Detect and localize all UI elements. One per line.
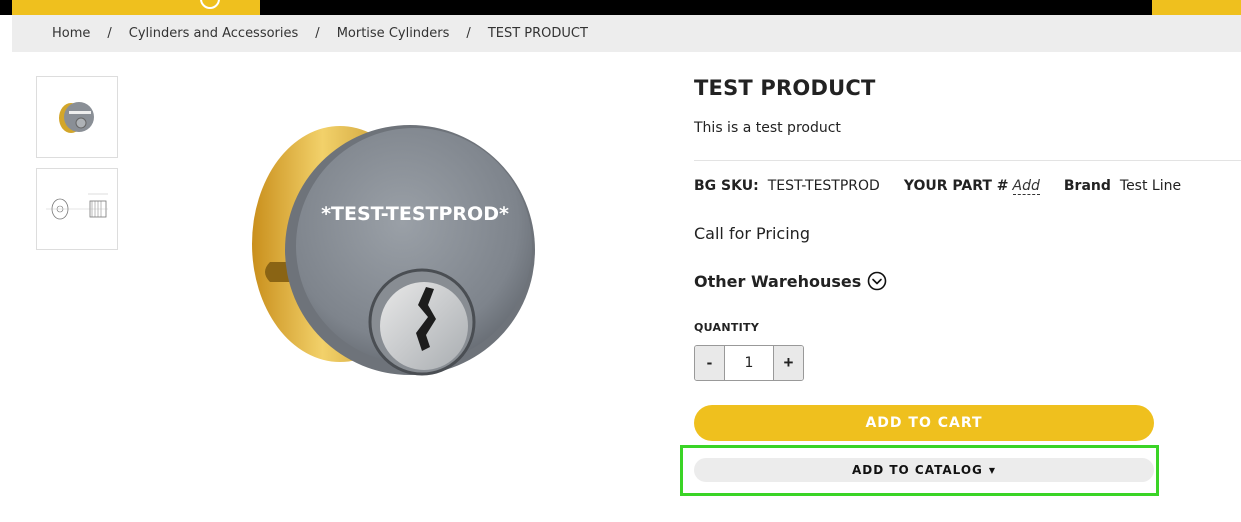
header-accent <box>1152 0 1241 15</box>
quantity-stepper: - + <box>694 345 804 381</box>
breadcrumb-current: TEST PRODUCT <box>487 26 588 41</box>
quantity-increment-button[interactable]: + <box>773 346 803 380</box>
product-specs-row: BG SKU: TEST-TESTPROD YOUR PART # Add Br… <box>694 178 1181 195</box>
breadcrumb-separator: / <box>315 26 320 41</box>
breadcrumb-separator: / <box>107 26 112 41</box>
your-part-label: YOUR PART # <box>903 178 1009 194</box>
product-image-engraving: *TEST-TESTPROD* <box>321 203 509 225</box>
sku-label: BG SKU: <box>694 178 759 194</box>
breadcrumb-home[interactable]: Home <box>52 26 90 41</box>
thumbnail-product-photo[interactable] <box>36 76 118 158</box>
sku-value: TEST-TESTPROD <box>767 178 880 194</box>
logo-area[interactable] <box>12 0 260 15</box>
top-nav-bar <box>0 0 1241 15</box>
pricing-text: Call for Pricing <box>694 224 810 243</box>
other-warehouses-toggle[interactable]: Other Warehouses <box>694 271 887 291</box>
add-to-cart-button[interactable]: ADD TO CART <box>694 405 1154 441</box>
logo-mark-icon <box>200 0 220 9</box>
thumbnail-technical-drawing[interactable] <box>36 168 118 250</box>
breadcrumb: Home / Cylinders and Accessories / Morti… <box>12 15 1241 52</box>
quantity-decrement-button[interactable]: - <box>695 346 725 380</box>
caret-down-icon: ▼ <box>988 465 997 475</box>
add-part-number-link[interactable]: Add <box>1012 178 1040 195</box>
breadcrumb-cylinders[interactable]: Cylinders and Accessories <box>129 26 299 41</box>
cylinder-thumbnail-image <box>59 102 94 133</box>
product-description: This is a test product <box>694 120 841 136</box>
product-main-image: *TEST-TESTPROD* <box>252 125 535 376</box>
other-warehouses-label: Other Warehouses <box>694 271 862 291</box>
drawing-thumbnail-image <box>46 193 108 220</box>
breadcrumb-mortise[interactable]: Mortise Cylinders <box>337 26 450 41</box>
quantity-input[interactable] <box>725 346 773 380</box>
breadcrumb-separator: / <box>466 26 471 41</box>
add-to-catalog-button[interactable]: ADD TO CATALOG ▼ <box>694 458 1154 482</box>
quantity-label: QUANTITY <box>694 321 760 334</box>
brand-label: Brand <box>1063 178 1111 194</box>
brand-value: Test Line <box>1119 178 1182 194</box>
add-to-catalog-label: ADD TO CATALOG <box>851 463 983 477</box>
product-title: TEST PRODUCT <box>694 76 876 100</box>
divider <box>694 160 1241 161</box>
chevron-down-circle-icon[interactable] <box>867 271 887 291</box>
